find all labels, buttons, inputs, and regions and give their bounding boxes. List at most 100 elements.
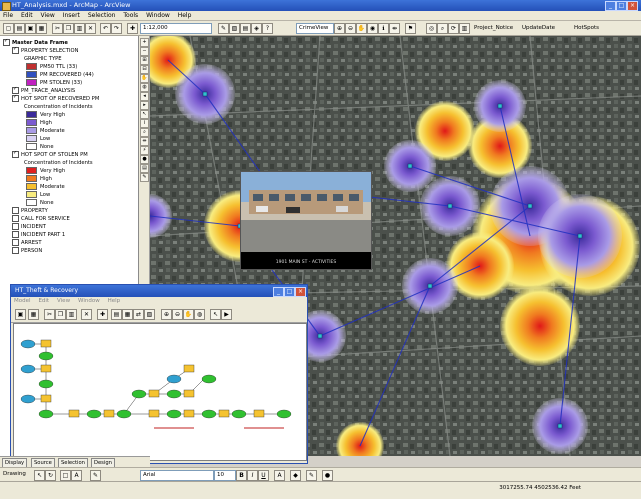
scale-combo[interactable]: 1:12,000	[140, 23, 212, 34]
layer-checkbox[interactable]	[12, 149, 19, 158]
hyperlink-icon[interactable]: ⚡	[140, 146, 149, 155]
mb-menu-help[interactable]: Help	[108, 298, 121, 304]
menu-insert[interactable]: Insert	[63, 11, 80, 20]
text-icon[interactable]: A	[71, 470, 82, 481]
find-icon[interactable]: ⌕	[140, 128, 149, 137]
full-extent-icon[interactable]: ◍	[194, 309, 205, 320]
model-maximize-button[interactable]: □	[284, 287, 295, 297]
zoom-out-icon[interactable]: ⊖	[345, 23, 356, 34]
layer-checkbox[interactable]	[12, 223, 19, 230]
pan-icon[interactable]: ✋	[140, 74, 149, 83]
font-size-combo[interactable]: 10	[214, 470, 236, 481]
undo-icon[interactable]: ↶	[100, 23, 111, 34]
menu-window[interactable]: Window	[146, 11, 170, 20]
model-icon[interactable]: ◈	[251, 23, 262, 34]
identify-icon[interactable]: i	[140, 119, 149, 128]
rotate-icon[interactable]: ↻	[45, 470, 56, 481]
refresh-icon[interactable]: ⟳	[448, 23, 459, 34]
toc-layer[interactable]: CALL FOR SERVICE	[0, 215, 70, 223]
info-icon[interactable]: ●	[140, 155, 149, 164]
incident-photo-popup[interactable]: 1901 MAIN ST - ACTIVITIES	[240, 171, 372, 270]
measure-icon[interactable]: ⇹	[140, 137, 149, 146]
layer-checkbox[interactable]	[12, 247, 19, 254]
model-close-button[interactable]: ×	[295, 287, 306, 297]
add-data-icon[interactable]: ✚	[127, 23, 138, 34]
toc-layer[interactable]: HOT SPOT OF RECOVERED PM	[0, 93, 99, 103]
layer-checkbox[interactable]	[12, 239, 19, 246]
help-icon[interactable]: ?	[262, 23, 273, 34]
properties-icon[interactable]: ▧	[144, 309, 155, 320]
model-builder-window[interactable]: HT_Theft & Recovery _ □ × Model Edit Vie…	[10, 284, 308, 464]
paste-icon[interactable]: ▥	[66, 309, 77, 320]
forward-extent-icon[interactable]: ▸	[140, 101, 149, 110]
toc-layer[interactable]: INCIDENT PART 1	[0, 231, 65, 239]
toc-layer[interactable]: PERSON	[0, 247, 42, 255]
select-elements-icon[interactable]: ↖	[34, 470, 45, 481]
select-icon[interactable]: ↖	[210, 309, 221, 320]
save-icon[interactable]: ▣	[15, 309, 26, 320]
menu-view[interactable]: View	[41, 11, 55, 20]
save-icon[interactable]: ▣	[25, 23, 36, 34]
zoom-out-icon[interactable]: −	[140, 47, 149, 56]
print-icon[interactable]: ▦	[28, 309, 39, 320]
rectangle-icon[interactable]: □	[60, 470, 71, 481]
maximize-button[interactable]: □	[616, 1, 627, 11]
mb-menu-model[interactable]: Model	[14, 298, 31, 304]
pan-icon[interactable]: ✋	[356, 23, 367, 34]
menu-help[interactable]: Help	[178, 11, 192, 20]
hotspots-button[interactable]: HotSpots	[574, 23, 599, 33]
layout-icon[interactable]: ▤	[111, 309, 122, 320]
copy-icon[interactable]: ❐	[55, 309, 66, 320]
pan-icon[interactable]: ✋	[183, 309, 194, 320]
flag-icon[interactable]: ⚑	[405, 23, 416, 34]
zoom-in-icon[interactable]: ⊕	[161, 309, 172, 320]
toc-data-frame[interactable]: Master Data Frame	[0, 37, 68, 47]
back-extent-icon[interactable]: ◂	[140, 92, 149, 101]
draw-icon[interactable]: ✎	[140, 173, 149, 182]
full-extent-icon[interactable]: ◍	[140, 83, 149, 92]
redo-icon[interactable]: ↷	[111, 23, 122, 34]
menu-selection[interactable]: Selection	[88, 11, 116, 20]
font-combo[interactable]: Arial	[140, 470, 214, 481]
menu-file[interactable]: File	[3, 11, 13, 20]
italic-button[interactable]: I	[247, 470, 258, 481]
layer-checkbox[interactable]	[3, 37, 10, 46]
layer-checkbox[interactable]	[12, 215, 19, 222]
select-icon[interactable]: ↖	[140, 110, 149, 119]
zoom-in-icon[interactable]: +	[140, 38, 149, 47]
edit-vertices-icon[interactable]: ✎	[90, 470, 101, 481]
minimize-button[interactable]: _	[605, 1, 616, 11]
mb-menu-edit[interactable]: Edit	[38, 298, 49, 304]
cut-icon[interactable]: ✂	[44, 309, 55, 320]
full-extent-icon[interactable]: ◉	[367, 23, 378, 34]
drawing-menu[interactable]: Drawing	[3, 469, 26, 479]
zoom-in-icon[interactable]: ⊕	[334, 23, 345, 34]
mb-menu-view[interactable]: View	[57, 298, 70, 304]
command-line-icon[interactable]: ▤	[240, 23, 251, 34]
chart-icon[interactable]: ▥	[459, 23, 470, 34]
open-icon[interactable]: ▤	[14, 23, 25, 34]
graph-icon[interactable]: ▤	[140, 164, 149, 173]
search-icon[interactable]: ⌕	[437, 23, 448, 34]
editor-icon[interactable]: ✎	[218, 23, 229, 34]
toc-layer[interactable]: HOT SPOT OF STOLEN PM	[0, 149, 88, 159]
toc-layer[interactable]: ARREST	[0, 239, 42, 247]
model-canvas[interactable]	[13, 323, 307, 461]
toc-layer[interactable]: PM_TRACE_ANALYSIS	[0, 85, 75, 95]
layer-checkbox[interactable]	[12, 207, 19, 214]
fill-color-icon[interactable]: ◆	[290, 470, 301, 481]
model-minimize-button[interactable]: _	[273, 287, 284, 297]
line-color-icon[interactable]: ✎	[306, 470, 317, 481]
close-button[interactable]: ×	[627, 1, 638, 11]
measure-icon[interactable]: ⇹	[389, 23, 400, 34]
grid-icon[interactable]: ▦	[122, 309, 133, 320]
cut-icon[interactable]: ✂	[52, 23, 63, 34]
menu-edit[interactable]: Edit	[21, 11, 33, 20]
layer-checkbox[interactable]	[12, 231, 19, 238]
update-date-button[interactable]: UpdateDate	[522, 23, 555, 33]
print-icon[interactable]: ▦	[36, 23, 47, 34]
toc-layer[interactable]: INCIDENT	[0, 223, 46, 231]
menu-tools[interactable]: Tools	[123, 11, 138, 20]
bold-button[interactable]: B	[236, 470, 247, 481]
toc-layer[interactable]: PROPERTY	[0, 207, 48, 215]
